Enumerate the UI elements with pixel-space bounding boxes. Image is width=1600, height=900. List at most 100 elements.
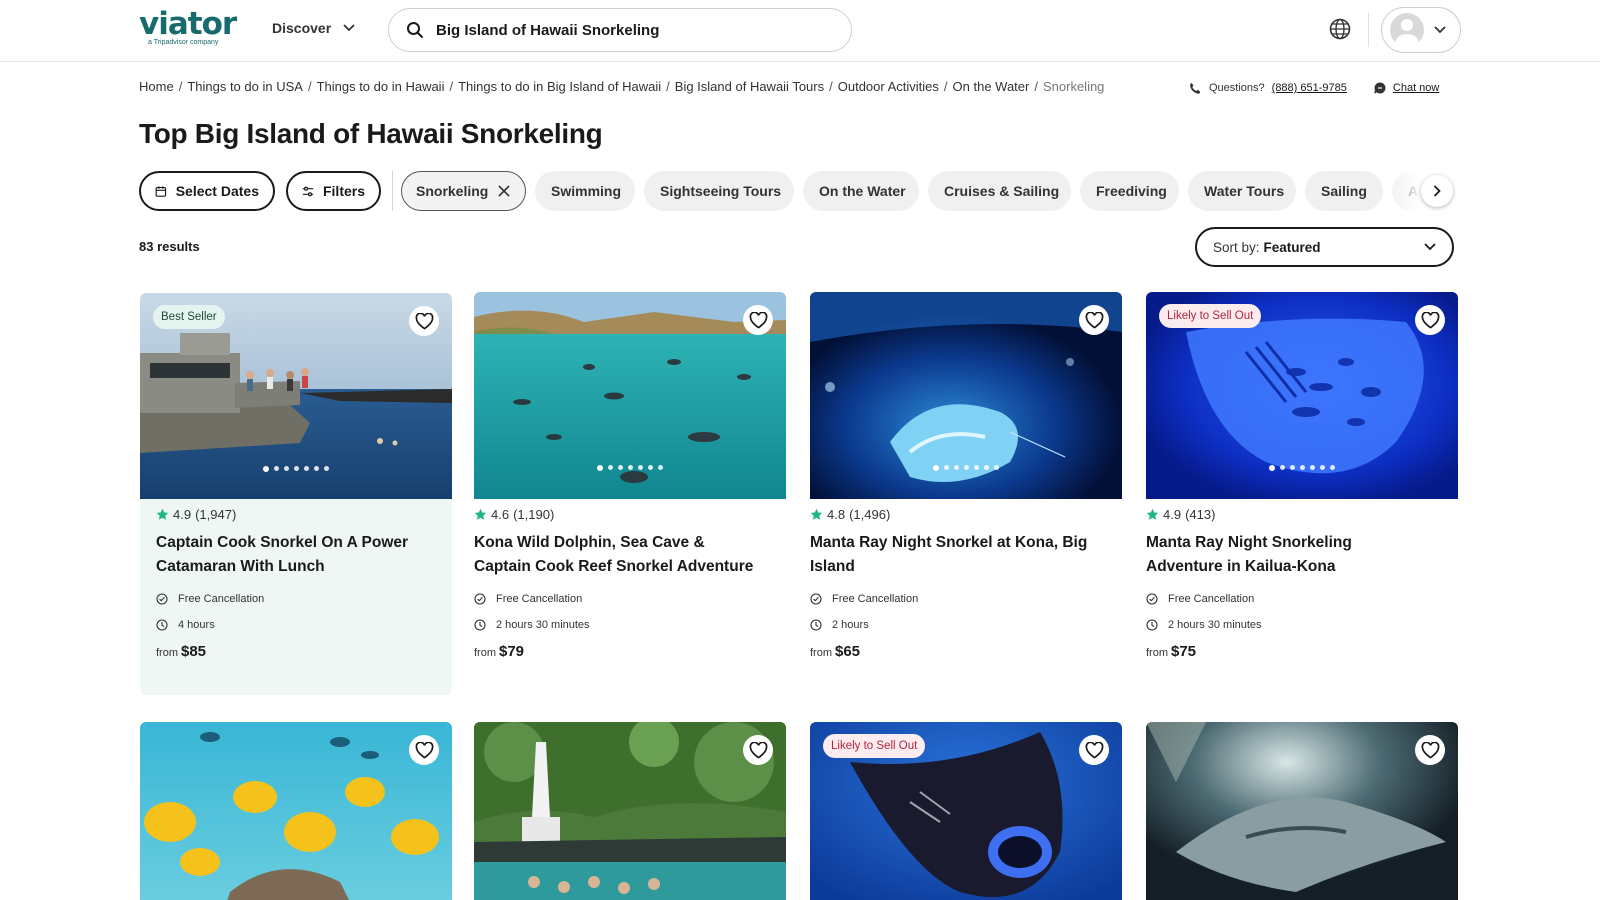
product-card[interactable]: 4.6 (1,190) Kona Wild Dolphin, Sea Cave … [474, 292, 786, 672]
chip-cruises-sailing[interactable]: Cruises & Sailing [928, 171, 1071, 211]
chip-sailing[interactable]: Sailing [1305, 171, 1383, 211]
chat-now-link[interactable]: Chat now [1393, 82, 1439, 94]
logo-tagline: a Tripadvisor company [148, 39, 219, 46]
breadcrumb-home[interactable]: Home [139, 79, 174, 94]
sort-dropdown[interactable]: Sort by: Featured [1195, 227, 1454, 267]
product-title[interactable]: Kona Wild Dolphin, Sea Cave & Captain Co… [474, 531, 758, 579]
breadcrumb-big-island[interactable]: Things to do in Big Island of Hawaii [458, 79, 661, 94]
wishlist-heart-button[interactable] [409, 306, 439, 336]
wishlist-heart-button[interactable] [1079, 735, 1109, 765]
carousel-dots[interactable] [263, 465, 329, 472]
viator-logo[interactable]: viator a Tripadvisor company [139, 6, 243, 50]
chip-label: On the Water [819, 183, 906, 199]
wishlist-heart-button[interactable] [1079, 305, 1109, 335]
chip-water-tours[interactable]: Water Tours [1188, 171, 1296, 211]
photo-monument [474, 722, 786, 900]
rating: 4.6 (1,190) [474, 505, 758, 523]
cancellation-text: Free Cancellation [496, 593, 583, 605]
chip-snorkeling-active[interactable]: Snorkeling [401, 171, 526, 211]
clock-icon [1146, 619, 1158, 631]
breadcrumb-on-the-water[interactable]: On the Water [953, 79, 1030, 94]
product-card[interactable]: Likely to Sell Out [810, 722, 1122, 900]
rating-value: 4.9 [173, 506, 192, 522]
chip-sightseeing-tours[interactable]: Sightseeing Tours [644, 171, 794, 211]
product-card[interactable] [474, 722, 786, 900]
duration: 2 hours [810, 616, 869, 634]
review-count: (413) [1185, 506, 1216, 522]
filters-button[interactable]: Filters [286, 171, 381, 211]
photo-tang-fish [140, 722, 452, 900]
clock-icon [474, 619, 486, 631]
product-title[interactable]: Manta Ray Night Snorkel at Kona, Big Isl… [810, 531, 1094, 579]
search-bar[interactable] [388, 8, 852, 52]
wishlist-heart-button[interactable] [409, 735, 439, 765]
chip-label: Water Tours [1204, 183, 1285, 199]
rating-value: 4.6 [491, 506, 510, 522]
phone-link[interactable]: (888) 651-9785 [1272, 82, 1347, 94]
product-title[interactable]: Manta Ray Night Snorkeling Adventure in … [1146, 531, 1430, 579]
search-input[interactable] [436, 21, 816, 39]
wishlist-heart-button[interactable] [743, 735, 773, 765]
close-icon[interactable] [498, 185, 510, 197]
rating: 4.8 (1,496) [810, 505, 1094, 523]
discover-menu[interactable]: Discover [272, 20, 355, 36]
breadcrumb-outdoor[interactable]: Outdoor Activities [838, 79, 939, 94]
account-menu-button[interactable] [1381, 7, 1461, 53]
breadcrumb-usa[interactable]: Things to do in USA [187, 79, 303, 94]
product-card[interactable]: Likely to Sell Out 4.9 (413) Manta Ray N… [1146, 292, 1458, 672]
price-prefix: from [810, 647, 832, 659]
filters-label: Filters [322, 183, 365, 199]
carousel-dots[interactable] [933, 464, 999, 471]
check-circle-icon [810, 593, 822, 605]
globe-icon[interactable] [1329, 18, 1351, 40]
product-photo-manta-night[interactable] [810, 292, 1122, 499]
chip-swimming[interactable]: Swimming [535, 171, 635, 211]
duration-text: 2 hours 30 minutes [1168, 619, 1262, 631]
price-value: $75 [1171, 643, 1197, 660]
product-card[interactable]: Best Seller 4.9 (1,947) Captain Cook Sno… [140, 293, 452, 695]
product-card[interactable] [1146, 722, 1458, 900]
carousel-dots[interactable] [597, 464, 663, 471]
chip-on-the-water[interactable]: On the Water [803, 171, 919, 211]
chevron-down-icon [343, 24, 355, 32]
product-photo-manta-underwater[interactable] [1146, 722, 1458, 900]
likely-to-sell-out-badge: Likely to Sell Out [1159, 304, 1262, 328]
sort-label: Sort by: [1213, 239, 1260, 255]
review-count: (1,947) [195, 506, 237, 522]
breadcrumb-hawaii[interactable]: Things to do in Hawaii [317, 79, 445, 94]
wishlist-heart-button[interactable] [1415, 305, 1445, 335]
chip-scroll-right-button[interactable] [1421, 175, 1453, 207]
heart-icon [1421, 312, 1440, 329]
product-card[interactable]: 4.8 (1,496) Manta Ray Night Snorkel at K… [810, 292, 1122, 672]
free-cancellation: Free Cancellation [156, 590, 264, 608]
duration-text: 2 hours [832, 619, 869, 631]
star-icon [474, 508, 487, 521]
select-dates-label: Select Dates [175, 183, 259, 199]
duration-text: 4 hours [178, 619, 215, 631]
product-photo-captain-cook-monument[interactable] [474, 722, 786, 900]
product-card[interactable] [140, 722, 452, 900]
help-contact: Questions? (888) 651-9785 Chat now [1189, 81, 1439, 95]
product-photo-manta-adventure[interactable]: Likely to Sell Out [1146, 292, 1458, 499]
product-title[interactable]: Captain Cook Snorkel On A Power Catamara… [156, 531, 440, 579]
questions-label: Questions? [1209, 82, 1265, 94]
wishlist-heart-button[interactable] [743, 305, 773, 335]
product-photo-dolphins[interactable] [474, 292, 786, 499]
wishlist-heart-button[interactable] [1415, 735, 1445, 765]
product-photo-manta-ray[interactable]: Likely to Sell Out [810, 722, 1122, 900]
product-photo-tang-fish[interactable] [140, 722, 452, 900]
breadcrumb-tours[interactable]: Big Island of Hawaii Tours [675, 79, 824, 94]
price: from $65 [810, 643, 860, 660]
discover-label: Discover [272, 20, 332, 36]
price-value: $79 [499, 643, 525, 660]
duration: 4 hours [156, 616, 215, 634]
heart-icon [749, 312, 768, 329]
calendar-icon [155, 185, 167, 197]
price-value: $65 [835, 643, 861, 660]
product-photo-catamaran[interactable]: Best Seller [140, 293, 452, 499]
check-circle-icon [1146, 593, 1158, 605]
price: from $75 [1146, 643, 1196, 660]
carousel-dots[interactable] [1269, 464, 1335, 471]
select-dates-button[interactable]: Select Dates [139, 171, 275, 211]
chip-freediving[interactable]: Freediving [1080, 171, 1179, 211]
